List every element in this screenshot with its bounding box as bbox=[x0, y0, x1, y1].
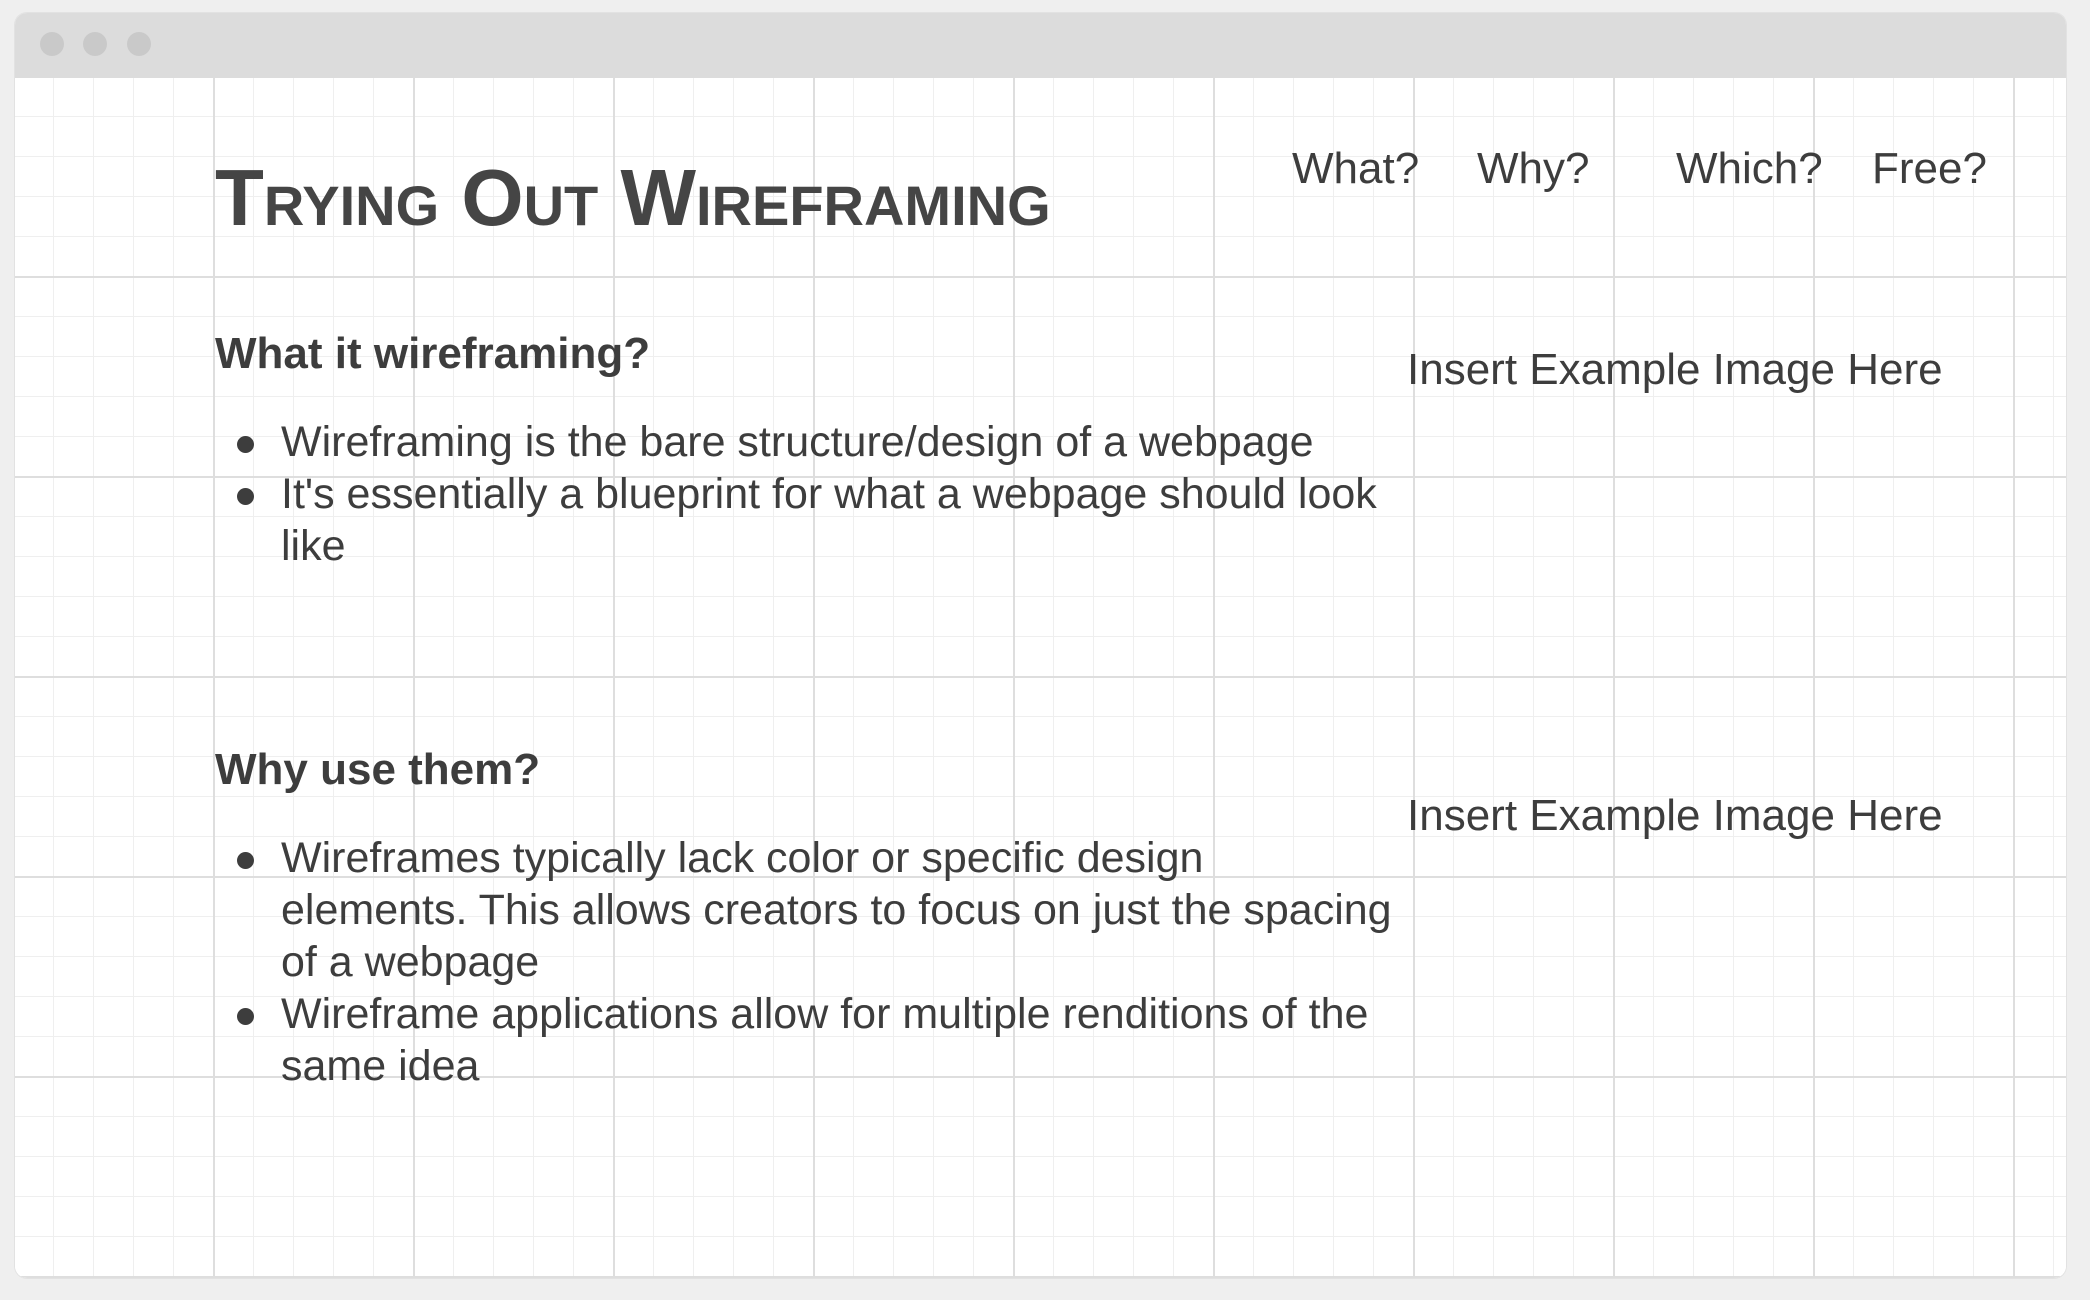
window-minimize-dot[interactable] bbox=[83, 32, 107, 56]
list-item: Wireframes typically lack color or speci… bbox=[237, 832, 1395, 988]
image-placeholder: Insert Example Image Here bbox=[1407, 791, 1943, 840]
nav-link-which[interactable]: Which? bbox=[1676, 144, 1823, 194]
wireframe-canvas: Trying Out Wireframing What? Why? Which?… bbox=[15, 78, 2066, 1278]
section-heading: Why use them? bbox=[215, 745, 541, 794]
browser-window: Trying Out Wireframing What? Why? Which?… bbox=[15, 13, 2066, 1278]
nav-link-free[interactable]: Free? bbox=[1872, 144, 1987, 194]
section-heading: What it wireframing? bbox=[215, 329, 651, 378]
bullet-list: Wireframing is the bare structure/design… bbox=[215, 416, 1395, 572]
window-titlebar bbox=[15, 13, 2066, 78]
nav-link-what[interactable]: What? bbox=[1292, 144, 1419, 194]
list-item: Wireframe applications allow for multipl… bbox=[237, 988, 1395, 1092]
image-placeholder: Insert Example Image Here bbox=[1407, 345, 1943, 394]
section-what: What it wireframing? Wireframing is the … bbox=[215, 328, 1395, 572]
window-maximize-dot[interactable] bbox=[127, 32, 151, 56]
site-title: Trying Out Wireframing bbox=[215, 153, 1051, 242]
nav-link-why[interactable]: Why? bbox=[1477, 144, 1589, 194]
bullet-list: Wireframes typically lack color or speci… bbox=[215, 832, 1395, 1092]
list-item: Wireframing is the bare structure/design… bbox=[237, 416, 1395, 468]
list-item: It's essentially a blueprint for what a … bbox=[237, 468, 1395, 572]
section-why: Why use them? Wireframes typically lack … bbox=[215, 744, 1395, 1092]
window-close-dot[interactable] bbox=[40, 32, 64, 56]
